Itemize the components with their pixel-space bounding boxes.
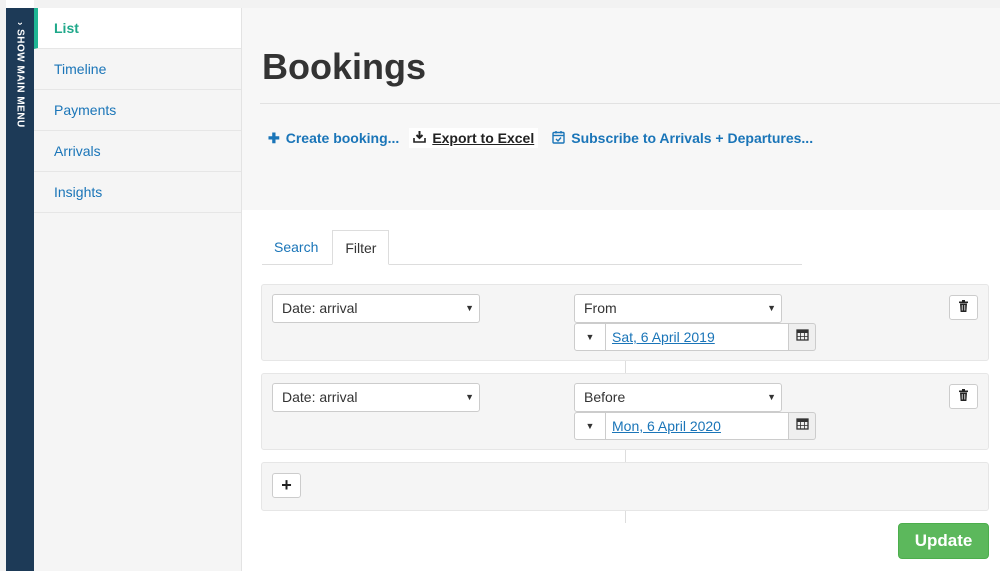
select-caret-icon: ▼ xyxy=(465,303,474,313)
select-caret-icon: ▼ xyxy=(767,303,776,313)
filter-operator-select[interactable]: Before ▼ xyxy=(574,383,782,412)
export-to-excel-label: Export to Excel xyxy=(432,130,535,146)
action-bar: ✚ Create booking... Export to Excel Subs… xyxy=(268,128,827,148)
subscribe-label: Subscribe to Arrivals + Departures... xyxy=(571,130,814,146)
trash-icon xyxy=(958,299,969,317)
create-booking-link[interactable]: ✚ Create booking... xyxy=(268,130,399,147)
filter-connector xyxy=(625,511,626,523)
calendar-check-icon xyxy=(552,130,565,147)
filter-operator-value: Before xyxy=(584,389,626,405)
add-filter-row: + xyxy=(261,462,989,511)
main-content: Bookings ✚ Create booking... Export to E… xyxy=(242,8,1000,571)
create-booking-label: Create booking... xyxy=(285,130,400,146)
calendar-icon xyxy=(795,417,809,435)
plus-icon: ✚ xyxy=(268,129,280,146)
subnav-item-insights[interactable]: Insights xyxy=(34,172,241,213)
subnav-item-timeline[interactable]: Timeline xyxy=(34,49,241,90)
delete-filter-button[interactable] xyxy=(949,384,978,409)
show-main-menu-button[interactable]: › SHOW MAIN MENU xyxy=(6,8,34,571)
page-title: Bookings xyxy=(262,46,427,87)
filter-field-value: Date: arrival xyxy=(282,389,358,405)
filter-connector xyxy=(625,361,626,373)
download-icon xyxy=(413,130,427,146)
caret-down-icon: ▼ xyxy=(585,332,595,342)
select-caret-icon: ▼ xyxy=(465,392,474,402)
date-value-link[interactable]: Sat, 6 April 2019 xyxy=(606,323,789,351)
filter-field-value: Date: arrival xyxy=(282,300,358,316)
date-picker: ▼ Sat, 6 April 2019 xyxy=(574,323,816,351)
tab-search[interactable]: Search xyxy=(262,230,330,265)
header-divider xyxy=(260,103,1000,104)
filter-field-select[interactable]: Date: arrival ▼ xyxy=(272,383,480,412)
filter-connector xyxy=(625,450,626,462)
subnav-item-list[interactable]: List xyxy=(34,8,241,49)
subnav-item-arrivals[interactable]: Arrivals xyxy=(34,131,241,172)
subnav-item-payments[interactable]: Payments xyxy=(34,90,241,131)
bookings-subnav: List Timeline Payments Arrivals Insights xyxy=(34,8,242,571)
caret-down-icon: ▼ xyxy=(585,421,595,431)
add-filter-button[interactable]: + xyxy=(272,473,301,498)
calendar-icon xyxy=(795,328,809,346)
select-caret-icon: ▼ xyxy=(767,392,776,402)
filter-operator-value: From xyxy=(584,300,617,316)
delete-filter-button[interactable] xyxy=(949,295,978,320)
date-dropdown-toggle[interactable]: ▼ xyxy=(574,323,606,351)
search-filter-tabs: Search Filter xyxy=(262,230,802,265)
trash-icon xyxy=(958,388,969,406)
subscribe-link[interactable]: Subscribe to Arrivals + Departures... xyxy=(552,130,813,147)
top-strip xyxy=(34,0,1000,8)
calendar-button[interactable] xyxy=(789,323,816,351)
date-value-link[interactable]: Mon, 6 April 2020 xyxy=(606,412,789,440)
filter-row: Date: arrival ▼ From ▼ ▼ Sat, 6 April 20… xyxy=(261,284,989,361)
show-main-menu-label: › SHOW MAIN MENU xyxy=(14,22,26,128)
filter-row: Date: arrival ▼ Before ▼ ▼ Mon, 6 April … xyxy=(261,373,989,450)
tab-filter[interactable]: Filter xyxy=(332,230,390,265)
page-header: Bookings ✚ Create booking... Export to E… xyxy=(242,8,1000,210)
filter-field-select[interactable]: Date: arrival ▼ xyxy=(272,294,480,323)
update-button[interactable]: Update xyxy=(898,523,989,559)
filter-operator-select[interactable]: From ▼ xyxy=(574,294,782,323)
calendar-button[interactable] xyxy=(789,412,816,440)
export-to-excel-link[interactable]: Export to Excel xyxy=(409,128,539,148)
date-picker: ▼ Mon, 6 April 2020 xyxy=(574,412,816,440)
date-dropdown-toggle[interactable]: ▼ xyxy=(574,412,606,440)
